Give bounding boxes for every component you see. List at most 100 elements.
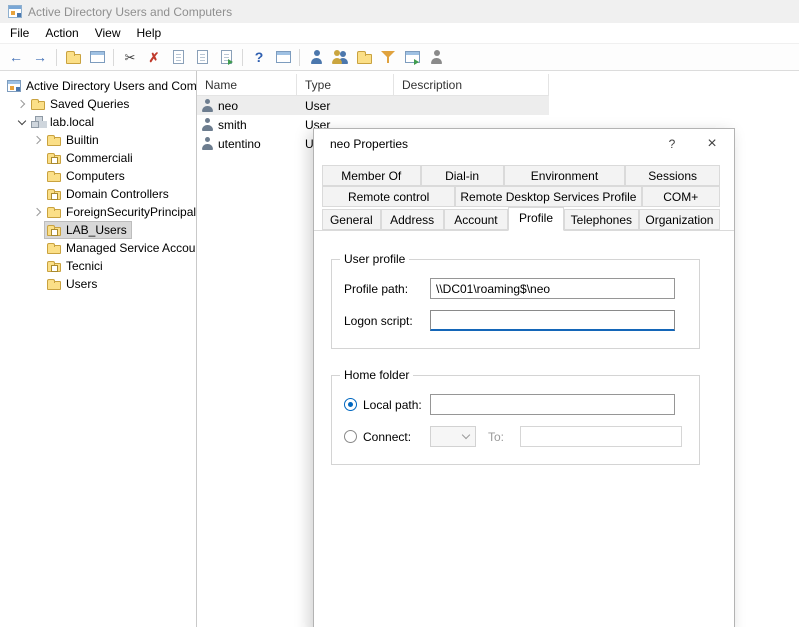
drive-letter-combo[interactable] — [430, 426, 476, 447]
new-group-icon — [332, 50, 348, 64]
local-path-input[interactable] — [430, 394, 675, 415]
console-root-icon — [7, 80, 21, 92]
folder-icon — [47, 137, 61, 146]
list-cell-name: smith — [218, 118, 247, 132]
tree-item-computers[interactable]: Computers — [0, 167, 196, 185]
tree-item-managed-service-accounts[interactable]: Managed Service Accoun — [0, 239, 196, 257]
tab-telephones[interactable]: Telephones — [564, 209, 639, 230]
local-path-radio[interactable] — [344, 398, 357, 411]
new-user-button[interactable] — [305, 46, 327, 68]
delegate-control-button[interactable] — [401, 46, 423, 68]
chevron-down-icon[interactable] — [16, 116, 28, 128]
user-icon — [202, 137, 213, 150]
tab-address[interactable]: Address — [381, 209, 444, 230]
dialog-help-button[interactable]: ? — [654, 129, 690, 159]
tree-item-domain-controllers[interactable]: Domain Controllers — [0, 185, 196, 203]
back-button[interactable]: ← — [5, 46, 27, 68]
folder-icon — [47, 173, 61, 182]
tree-item-commerciali[interactable]: Commerciali — [0, 149, 196, 167]
chevron-right-icon[interactable] — [16, 98, 28, 110]
list-cell-type: User — [297, 99, 394, 113]
chevron-spacer — [32, 278, 44, 290]
toolbar-separator — [113, 49, 114, 66]
tree-item-label: Builtin — [66, 133, 99, 147]
tree-item-saved-queries[interactable]: Saved Queries — [0, 95, 196, 113]
tree-item-label: Tecnici — [66, 259, 103, 273]
tree-item-root[interactable]: Active Directory Users and Com — [0, 77, 196, 95]
chevron-right-icon[interactable] — [32, 134, 44, 146]
document-arrow-icon — [221, 50, 232, 64]
tree-item-label: LAB_Users — [66, 223, 127, 237]
delete-button[interactable]: ✗ — [143, 46, 165, 68]
menu-file[interactable]: File — [2, 23, 37, 43]
tree-item-tecnici[interactable]: Tecnici — [0, 257, 196, 275]
tree-item-lab-local[interactable]: lab.local — [0, 113, 196, 131]
tree-item-lab-users[interactable]: LAB_Users — [0, 221, 196, 239]
properties-dialog: neo Properties ? × Member Of Dial-in Env… — [313, 128, 735, 627]
set-filter-button[interactable] — [377, 46, 399, 68]
chevron-spacer — [32, 152, 44, 164]
list-row-neo[interactable]: neo User — [197, 96, 549, 115]
tab-account[interactable]: Account — [444, 209, 509, 230]
help-button[interactable]: ? — [248, 46, 270, 68]
properties-button[interactable] — [167, 46, 189, 68]
user-profile-group-title: User profile — [340, 252, 409, 266]
connect-to-input[interactable] — [520, 426, 682, 447]
organizational-unit-icon — [47, 155, 61, 164]
forward-arrow-icon: → — [33, 50, 47, 64]
folder-icon — [31, 101, 45, 110]
tab-member-of[interactable]: Member Of — [322, 165, 421, 186]
console-window-icon — [276, 51, 291, 63]
folder-icon — [47, 245, 61, 254]
column-header-type[interactable]: Type — [297, 74, 394, 95]
up-one-level-button[interactable] — [62, 46, 84, 68]
tree-item-label: Active Directory Users and Com — [26, 79, 197, 93]
tab-com-plus[interactable]: COM+ — [642, 186, 720, 207]
list-cell-name: utentino — [218, 137, 261, 151]
refresh-button[interactable] — [191, 46, 213, 68]
tab-sessions[interactable]: Sessions — [625, 165, 720, 186]
tree-item-foreign-security-principals[interactable]: ForeignSecurityPrincipals — [0, 203, 196, 221]
tab-dial-in[interactable]: Dial-in — [421, 165, 504, 186]
to-label: To: — [488, 430, 512, 444]
cut-button[interactable]: ✂ — [119, 46, 141, 68]
export-list-button[interactable] — [215, 46, 237, 68]
menu-action[interactable]: Action — [37, 23, 86, 43]
new-user-icon — [310, 50, 323, 64]
new-group-button[interactable] — [329, 46, 351, 68]
user-profile-group: User profile Profile path: Logon script: — [331, 259, 700, 349]
tab-remote-desktop-services-profile[interactable]: Remote Desktop Services Profile — [455, 186, 641, 207]
column-header-description[interactable]: Description — [394, 74, 549, 95]
profile-tab-page: User profile Profile path: Logon script:… — [314, 230, 734, 627]
chevron-right-icon[interactable] — [32, 206, 44, 218]
menu-help[interactable]: Help — [129, 23, 170, 43]
profile-path-input[interactable] — [430, 278, 675, 299]
find-person-icon — [430, 50, 443, 64]
dialog-close-button[interactable]: × — [690, 129, 734, 159]
logon-script-input[interactable] — [430, 310, 675, 331]
new-ou-button[interactable] — [353, 46, 375, 68]
logon-script-label: Logon script: — [344, 314, 430, 328]
connect-radio[interactable] — [344, 430, 357, 443]
new-ou-folder-icon — [357, 54, 372, 64]
tab-organization[interactable]: Organization — [639, 209, 720, 230]
tree-item-users[interactable]: Users — [0, 275, 196, 293]
show-console-tree-button[interactable] — [86, 46, 108, 68]
tab-general[interactable]: General — [322, 209, 381, 230]
tab-profile[interactable]: Profile — [508, 207, 564, 231]
chevron-spacer — [32, 224, 44, 236]
dialog-titlebar[interactable]: neo Properties ? × — [314, 129, 734, 159]
tab-remote-control[interactable]: Remote control — [322, 186, 455, 207]
document-icon — [173, 50, 184, 64]
forward-button[interactable]: → — [29, 46, 51, 68]
tab-environment[interactable]: Environment — [504, 165, 626, 186]
column-header-name[interactable]: Name — [197, 74, 297, 95]
menu-view[interactable]: View — [87, 23, 129, 43]
dialog-title: neo Properties — [314, 129, 654, 159]
find-button[interactable] — [425, 46, 447, 68]
tab-row-1: Member Of Dial-in Environment Sessions — [322, 165, 720, 186]
tree-item-builtin[interactable]: Builtin — [0, 131, 196, 149]
console-window-button[interactable] — [272, 46, 294, 68]
list-header: Name Type Description — [197, 74, 549, 96]
window-titlebar[interactable]: Active Directory Users and Computers — [0, 0, 799, 23]
